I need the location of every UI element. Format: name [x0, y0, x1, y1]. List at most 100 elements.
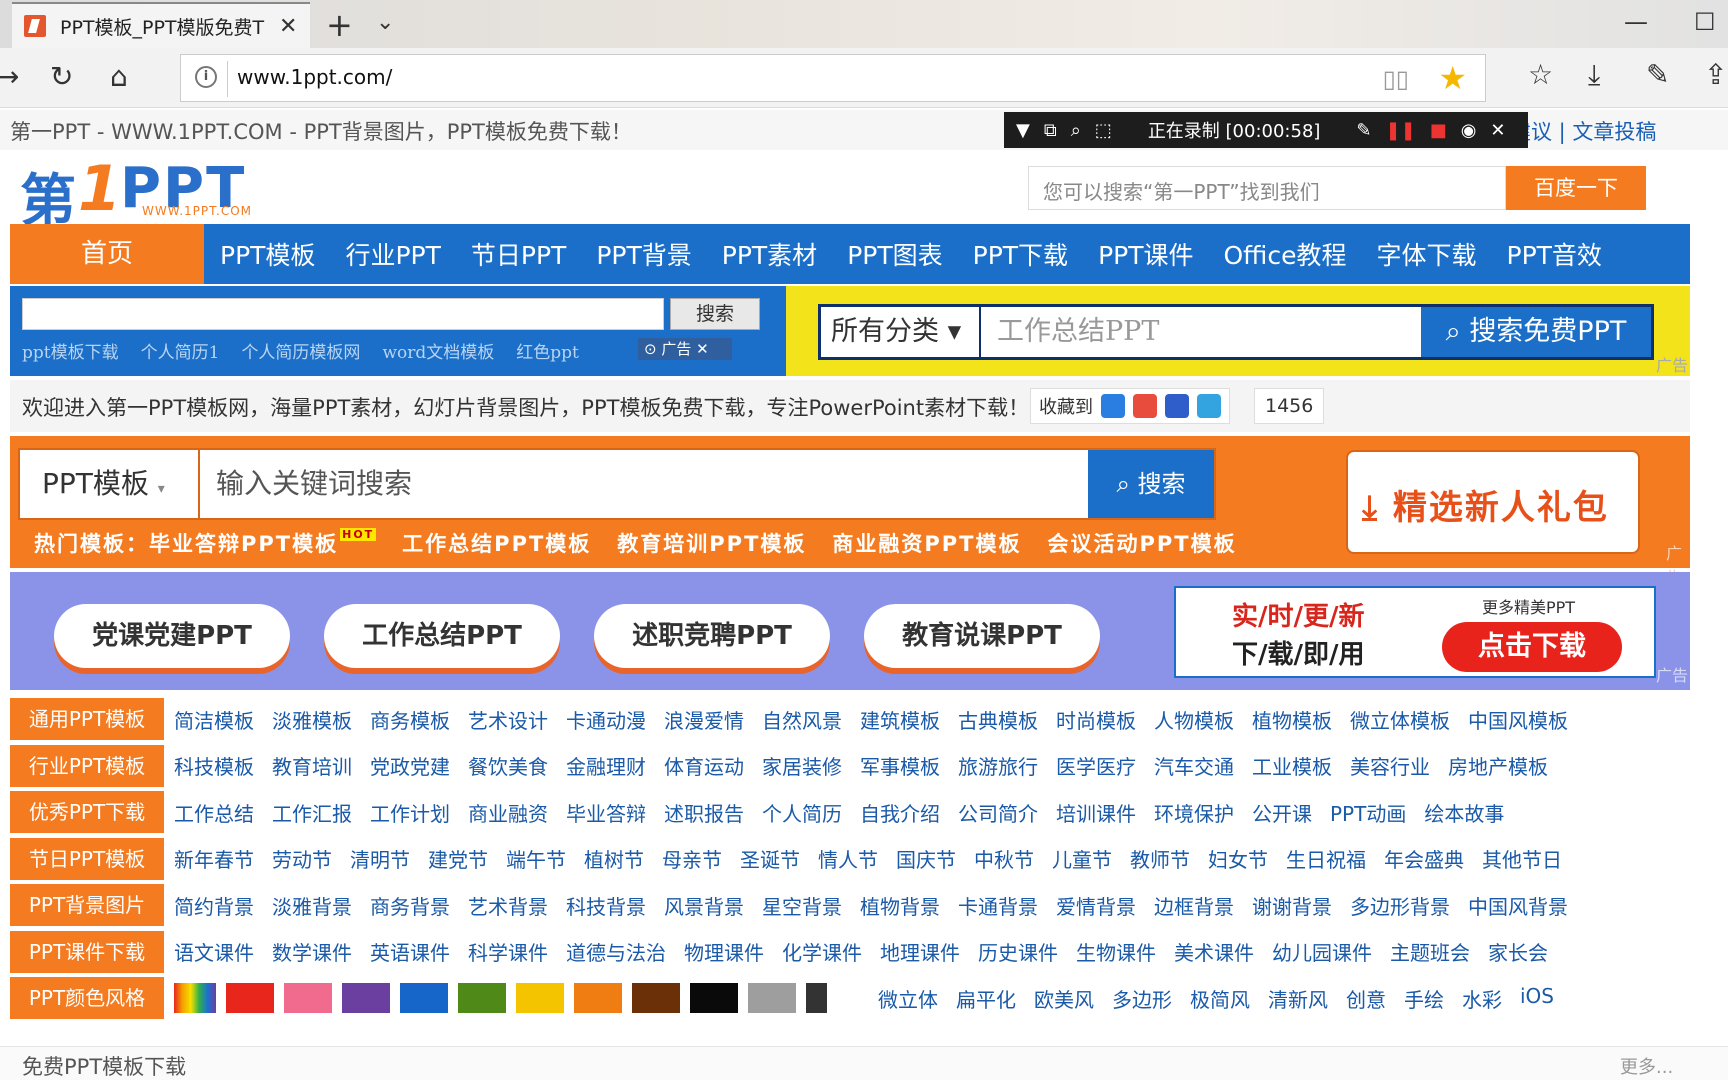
color-swatch[interactable]: [632, 983, 680, 1014]
category-link[interactable]: 简约背景: [174, 891, 254, 920]
category-link[interactable]: 语文课件: [174, 937, 254, 966]
maximize-icon[interactable]: ☐: [1694, 8, 1716, 36]
ad-badge[interactable]: ⊙ 广告 ✕: [638, 338, 732, 360]
category-link[interactable]: 艺术背景: [468, 891, 548, 920]
category-label[interactable]: PPT背景图片: [10, 884, 164, 927]
template-search-button[interactable]: ⌕ 搜索: [1088, 450, 1214, 518]
share-icon[interactable]: ⇪: [1704, 58, 1727, 91]
nav-item[interactable]: PPT图表: [847, 236, 942, 272]
category-link[interactable]: 妇女节: [1208, 844, 1268, 873]
bookmark-favorite-icon[interactable]: [1197, 394, 1221, 418]
category-link[interactable]: 商务模板: [370, 705, 450, 734]
category-link[interactable]: 科学课件: [468, 937, 548, 966]
style-link[interactable]: 多边形: [1112, 984, 1172, 1013]
category-link[interactable]: 人物模板: [1154, 705, 1234, 734]
recorder-pause-icon[interactable]: ❚❚: [1386, 120, 1416, 141]
quick-hot-link[interactable]: 个人简历模板网: [241, 338, 360, 363]
recorder-window-icon[interactable]: ⧉: [1044, 120, 1057, 141]
category-link[interactable]: 年会盛典: [1384, 844, 1464, 873]
category-link[interactable]: 风景背景: [664, 891, 744, 920]
color-swatch[interactable]: [342, 983, 390, 1014]
category-link[interactable]: 母亲节: [662, 844, 722, 873]
category-label[interactable]: PPT颜色风格: [10, 977, 164, 1020]
quick-search-input[interactable]: [22, 298, 664, 330]
category-link[interactable]: 工作计划: [370, 798, 450, 827]
category-link[interactable]: 家长会: [1488, 937, 1548, 966]
site-info-icon[interactable]: i: [195, 66, 217, 88]
category-link[interactable]: 数学课件: [272, 937, 352, 966]
promo-pill[interactable]: 述职竞聘PPT: [594, 604, 830, 668]
category-link[interactable]: 建筑模板: [860, 705, 940, 734]
nav-item[interactable]: PPT课件: [1098, 236, 1193, 272]
category-link[interactable]: 自然风景: [762, 705, 842, 734]
category-label[interactable]: 优秀PPT下载: [10, 791, 164, 834]
category-label[interactable]: PPT课件下载: [10, 930, 164, 973]
qq-favorite-icon[interactable]: [1101, 394, 1125, 418]
category-link[interactable]: 谢谢背景: [1252, 891, 1332, 920]
rainbow-swatch[interactable]: [174, 983, 216, 1014]
style-link[interactable]: 手绘: [1404, 984, 1444, 1013]
color-swatch[interactable]: [806, 983, 848, 1014]
category-link[interactable]: 清明节: [350, 844, 410, 873]
category-link[interactable]: 中国风模板: [1468, 705, 1568, 734]
style-link[interactable]: 水彩: [1462, 984, 1502, 1013]
color-swatch[interactable]: [748, 983, 796, 1014]
browser-tab[interactable]: PPT模板_PPT模版免费T ✕: [12, 2, 310, 48]
category-link[interactable]: 党政党建: [370, 751, 450, 780]
nav-item[interactable]: PPT模板: [220, 236, 315, 272]
category-link[interactable]: 时尚模板: [1056, 705, 1136, 734]
category-link[interactable]: 中秋节: [974, 844, 1034, 873]
category-link[interactable]: 教育培训: [272, 751, 352, 780]
hot-template-link[interactable]: 工作总结PPT模板: [402, 528, 591, 558]
category-link[interactable]: 劳动节: [272, 844, 332, 873]
quick-hot-link[interactable]: 红色ppt: [516, 338, 579, 363]
category-link[interactable]: 儿童节: [1052, 844, 1112, 873]
category-link[interactable]: 淡雅模板: [272, 705, 352, 734]
category-label[interactable]: 通用PPT模板: [10, 698, 164, 741]
category-link[interactable]: 英语课件: [370, 937, 450, 966]
quick-search-button[interactable]: 搜索: [670, 298, 760, 330]
category-link[interactable]: 卡通动漫: [566, 705, 646, 734]
recorder-zoom-icon[interactable]: ⌕: [1071, 120, 1081, 141]
category-link[interactable]: 新年春节: [174, 844, 254, 873]
category-link[interactable]: 中国风背景: [1468, 891, 1568, 920]
click-download-button[interactable]: 点击下载: [1442, 622, 1622, 672]
category-link[interactable]: 商务背景: [370, 891, 450, 920]
category-link[interactable]: 商业融资: [468, 798, 548, 827]
category-link[interactable]: 爱情背景: [1056, 891, 1136, 920]
category-link[interactable]: 自我介绍: [860, 798, 940, 827]
category-link[interactable]: 圣诞节: [740, 844, 800, 873]
category-link[interactable]: 教师节: [1130, 844, 1190, 873]
category-link[interactable]: 艺术设计: [468, 705, 548, 734]
category-link[interactable]: 美术课件: [1174, 937, 1254, 966]
quick-hot-link[interactable]: 个人简历1: [141, 338, 220, 363]
url-text[interactable]: www.1ppt.com/: [237, 65, 392, 89]
hot-template-link[interactable]: 教育培训PPT模板: [617, 528, 806, 558]
category-link[interactable]: 环境保护: [1154, 798, 1234, 827]
site-logo[interactable]: 第 1 PPT WWW.1PPT.COM: [20, 152, 270, 234]
recorder-region-icon[interactable]: ⬚: [1095, 120, 1112, 141]
recorder-pen-icon[interactable]: ✎: [1356, 120, 1371, 141]
category-link[interactable]: 化学课件: [782, 937, 862, 966]
style-link[interactable]: 创意: [1346, 984, 1386, 1013]
category-link[interactable]: 科技背景: [566, 891, 646, 920]
quick-hot-link[interactable]: ppt模板下载: [22, 338, 119, 363]
color-swatch[interactable]: [226, 983, 274, 1014]
category-link[interactable]: 公司简介: [958, 798, 1038, 827]
refresh-icon[interactable]: ↻: [50, 60, 73, 93]
nav-item[interactable]: 行业PPT: [345, 236, 440, 272]
category-link[interactable]: 植树节: [584, 844, 644, 873]
category-link[interactable]: 绘本故事: [1424, 798, 1504, 827]
category-link[interactable]: 个人简历: [762, 798, 842, 827]
free-search-button[interactable]: ⌕ 搜索免费PPT: [1421, 307, 1651, 357]
category-link[interactable]: 旅游旅行: [958, 751, 1038, 780]
recorder-dropdown-icon[interactable]: ▼: [1016, 120, 1030, 141]
newbie-gift-button[interactable]: ⤓ 精选新人礼包: [1346, 450, 1640, 554]
category-link[interactable]: 地理课件: [880, 937, 960, 966]
nav-item[interactable]: Office教程: [1224, 236, 1347, 272]
nav-item[interactable]: PPT下载: [973, 236, 1068, 272]
pen-icon[interactable]: ✎: [1646, 58, 1669, 91]
weibo-favorite-icon[interactable]: [1133, 394, 1157, 418]
address-bar[interactable]: i www.1ppt.com/ ▯▯ ★: [180, 54, 1486, 102]
nav-item[interactable]: 节日PPT: [471, 236, 566, 272]
